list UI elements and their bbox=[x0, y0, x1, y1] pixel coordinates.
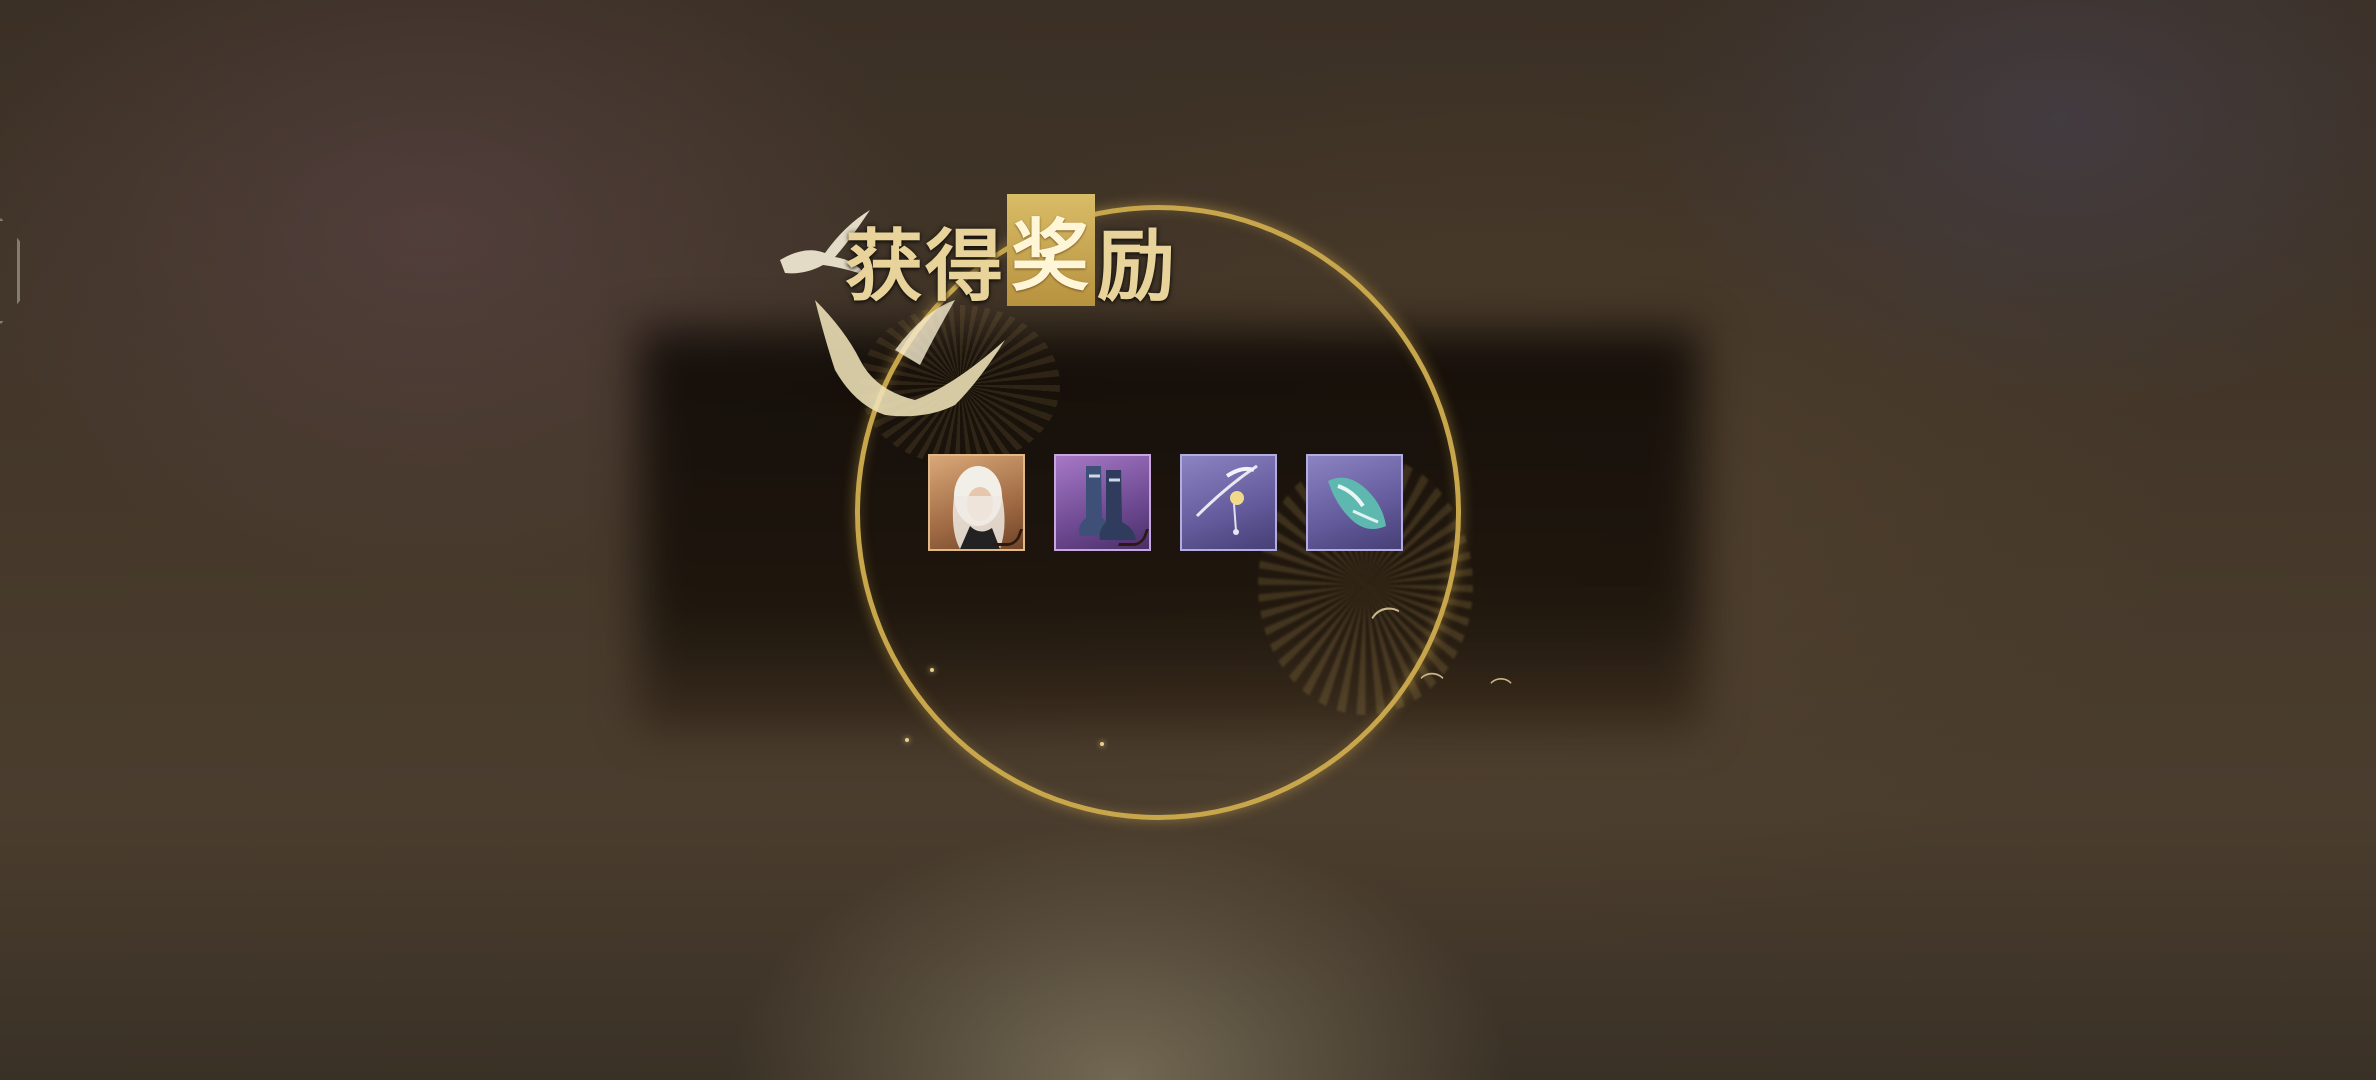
title-text-part2: 励 bbox=[1097, 221, 1178, 312]
side-hexagon-icon[interactable] bbox=[0, 218, 20, 324]
hairpin-icon bbox=[1195, 464, 1258, 535]
reward-item-hairpin[interactable] bbox=[1180, 454, 1277, 551]
gauntlet-icon bbox=[1328, 477, 1386, 530]
reward-item-gauntlet[interactable] bbox=[1306, 454, 1403, 551]
sparkle bbox=[905, 738, 909, 742]
reward-title: 获得 奖 励 bbox=[845, 194, 1178, 315]
reward-item-boots[interactable] bbox=[1054, 454, 1151, 551]
sparkle bbox=[1100, 742, 1104, 746]
title-text-highlight: 奖 bbox=[1007, 194, 1096, 306]
title-text-part1: 获得 bbox=[845, 221, 1006, 312]
bird-icon: ⌒ bbox=[1420, 671, 1444, 699]
sparkle bbox=[930, 668, 934, 672]
reward-item-list bbox=[928, 454, 1403, 551]
reward-screen[interactable]: 获得 奖 励 ⌒ ⌒ ⌒ bbox=[0, 0, 2376, 1080]
bird-icon: ⌒ bbox=[1490, 678, 1513, 703]
reward-item-character[interactable] bbox=[928, 454, 1025, 551]
